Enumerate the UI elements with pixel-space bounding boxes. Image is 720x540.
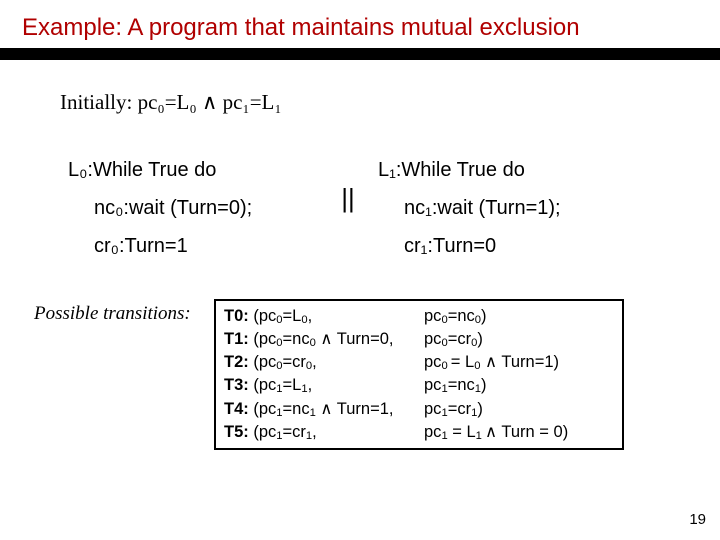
program-0-head: L₀:While True do (68, 151, 318, 189)
transitions-box: T0: (pc0=L0, T1: (pc0=nc0 ∧ Turn=0, T2: … (214, 299, 624, 450)
transition-line: T1: (pc0=nc0 ∧ Turn=0, (224, 328, 424, 351)
programs-row: L₀:While True do nc₀:wait (Turn=0); cr₀:… (68, 151, 720, 265)
t3-right: pc1=nc1) (424, 374, 614, 397)
transition-line: T4: (pc1=nc1 ∧ Turn=1, (224, 398, 424, 421)
transitions-label: Possible transitions: (34, 299, 214, 325)
t5-right: pc1 = L1 ∧ Turn = 0) (424, 421, 614, 444)
program-1-cr: cr₁:Turn=0 (404, 227, 628, 265)
t0-right: pc0=nc0) (424, 305, 614, 328)
program-0-cr: cr₀:Turn=1 (94, 227, 318, 265)
t4-left: (pc1=nc1 ∧ Turn=1, (253, 400, 393, 418)
program-0: L₀:While True do nc₀:wait (Turn=0); cr₀:… (68, 151, 318, 265)
transition-line: T5: (pc1=cr1, (224, 421, 424, 444)
t2-left: (pc0=cr0, (253, 353, 316, 371)
t3-left: (pc1=L1, (253, 376, 312, 394)
initial-condition: Initially: pc₀=L₀ ∧ pc₁=L₁ (60, 90, 720, 115)
t1-left: (pc0=nc0 ∧ Turn=0, (253, 330, 393, 348)
transition-line: T0: (pc0=L0, (224, 305, 424, 328)
transitions-left-col: T0: (pc0=L0, T1: (pc0=nc0 ∧ Turn=0, T2: … (224, 305, 424, 444)
slide: Example: A program that maintains mutual… (0, 0, 720, 540)
slide-title: Example: A program that maintains mutual… (0, 0, 720, 50)
program-1-wait: nc₁:wait (Turn=1); (404, 189, 628, 227)
program-1-head: L₁:While True do (378, 151, 628, 189)
transition-line: T2: (pc0=cr0, (224, 351, 424, 374)
t4-right: pc1=cr1) (424, 398, 614, 421)
transitions-right-col: pc0=nc0) pc0=cr0) pc0 = L0 ∧ Turn=1) pc1… (424, 305, 614, 444)
transition-line: T3: (pc1=L1, (224, 374, 424, 397)
t0-left: (pc0=L0, (253, 307, 312, 325)
title-underline (0, 50, 720, 60)
parallel-separator: || (318, 151, 378, 214)
t5-left: (pc1=cr1, (253, 423, 316, 441)
t1-right: pc0=cr0) (424, 328, 614, 351)
page-number: 19 (689, 511, 706, 528)
program-0-wait: nc₀:wait (Turn=0); (94, 189, 318, 227)
transitions-row: Possible transitions: T0: (pc0=L0, T1: (… (34, 299, 720, 450)
t2-right: pc0 = L0 ∧ Turn=1) (424, 351, 614, 374)
program-1: L₁:While True do nc₁:wait (Turn=1); cr₁:… (378, 151, 628, 265)
